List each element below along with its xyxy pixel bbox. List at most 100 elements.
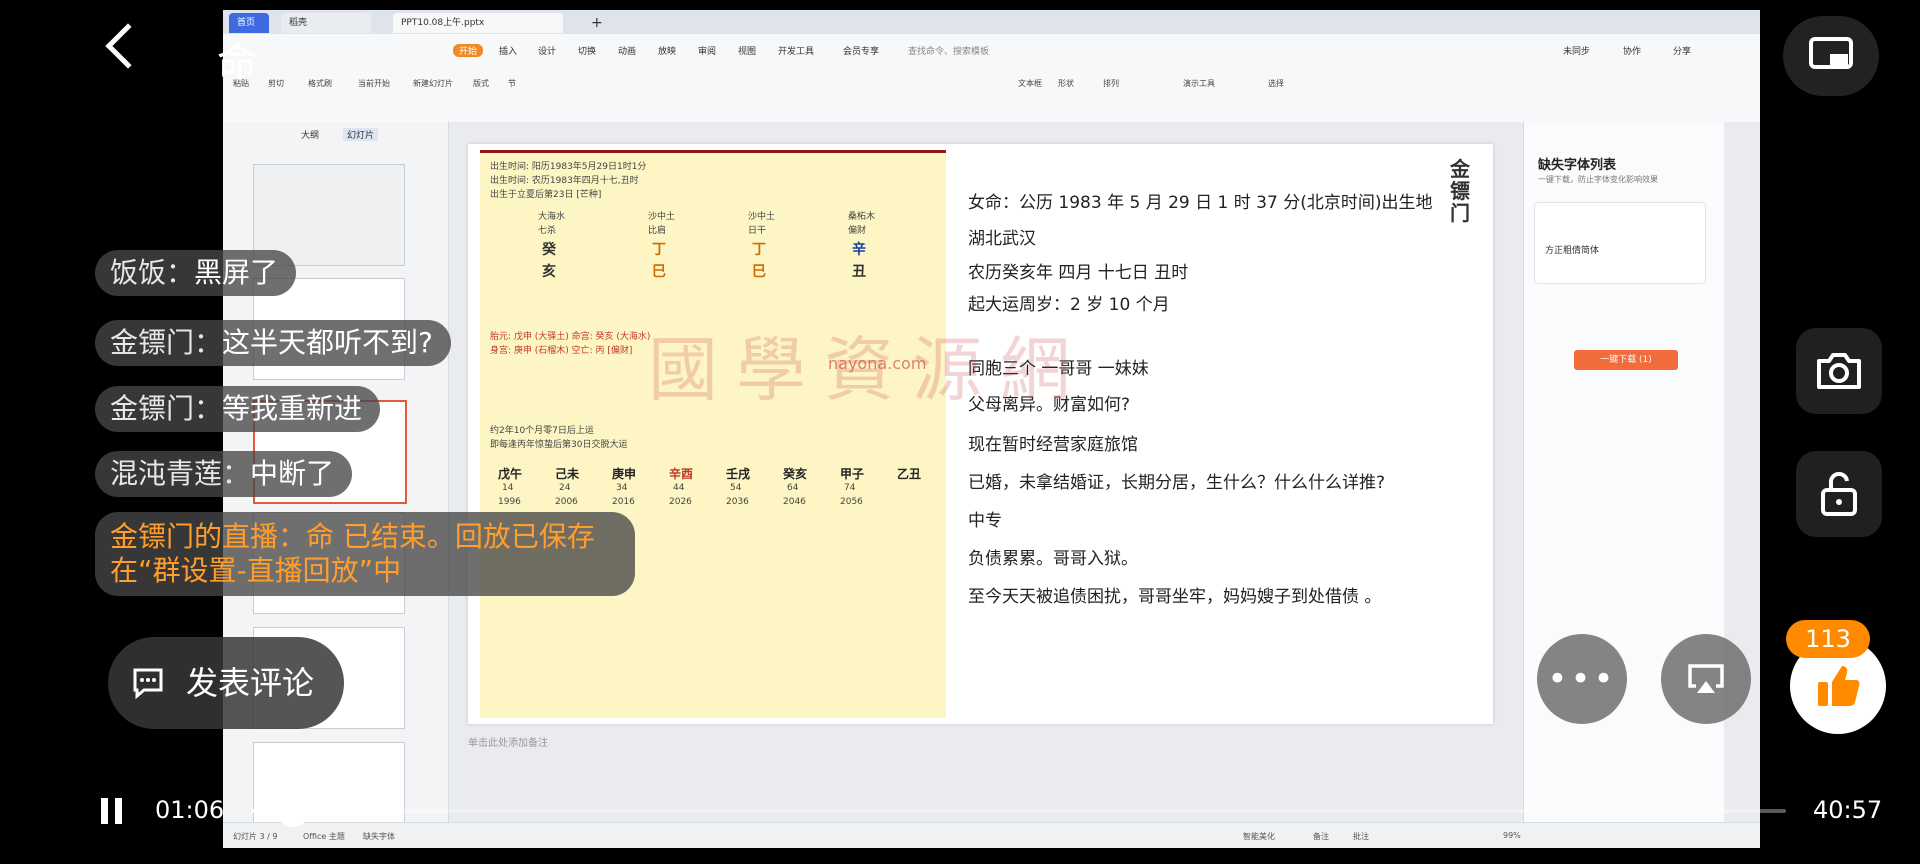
menu-animation[interactable]: 动画	[618, 44, 636, 57]
dayun-age: 24	[559, 483, 571, 493]
chat-message: 混沌青莲：中断了	[95, 451, 353, 497]
command-search[interactable]: 查找命令、搜索模板	[908, 44, 989, 57]
menu-member[interactable]: 会员专享	[843, 44, 879, 57]
screen-share-area: 首页 稻壳 PPT10.08上午.pptx + 开始 插入 设计 切换 动画 放…	[223, 10, 1760, 848]
day-stem: 丁	[752, 242, 766, 258]
tool-cut[interactable]: 剪切	[268, 78, 284, 89]
hour-stem: 辛	[852, 242, 866, 258]
slide-line-3: 农历癸亥年 四月 十七日 丑时	[968, 263, 1189, 283]
dayun-year: 2056	[840, 497, 863, 507]
back-arrow-icon[interactable]	[105, 23, 151, 69]
tool-play-current[interactable]: 当前开始	[358, 78, 390, 89]
vertical-title: 金镖门	[1450, 157, 1470, 225]
menu-start[interactable]: 开始	[453, 44, 484, 57]
note-line-2: 身宫: 庚申 (石榴木) 空亡: 丙 [偏财]	[490, 346, 633, 356]
dayun-year: 2036	[726, 497, 749, 507]
dayun-year: 2016	[612, 497, 635, 507]
menu-slideshow[interactable]: 放映	[658, 44, 676, 57]
tool-shape[interactable]: 形状	[1058, 78, 1074, 89]
menu-view[interactable]: 视图	[738, 44, 756, 57]
screen-lock-button[interactable]	[1796, 451, 1882, 537]
download-all-button[interactable]: 一键下载 (1)	[1574, 350, 1678, 370]
dayun-year: 2046	[783, 497, 806, 507]
watermark-url: nayona.com	[828, 354, 927, 373]
tab-docer[interactable]: 稻壳	[281, 13, 371, 33]
bazi-chart-image: 出生时间: 阳历1983年5月29日1时1分 出生时间: 农历1983年四月十七…	[480, 150, 946, 718]
camera-icon	[1817, 353, 1861, 389]
wps-tab-bar: 首页 稻壳 PPT10.08上午.pptx +	[223, 10, 1760, 34]
font-item-name: 方正粗倩简体	[1545, 246, 1600, 256]
slide-line-4: 起大运周岁：2 岁 10 个月	[968, 295, 1170, 315]
note-line-4: 即每逢丙年惊蛰后第30日交脱大运	[490, 440, 628, 450]
col-role-2: 比肩	[648, 226, 667, 236]
note-line-1: 胎元: 戊申 (大驿土) 命宫: 癸亥 (大海水)	[490, 332, 651, 342]
pause-button[interactable]	[101, 798, 123, 824]
month-stem: 丁	[652, 242, 666, 258]
font-item-card: 方正粗倩简体	[1534, 202, 1706, 284]
birth-line-3: 出生于立夏后第23日 [芒种]	[490, 190, 602, 200]
menu-design[interactable]: 设计	[538, 44, 556, 57]
dayun-pillar: 壬戌	[726, 467, 751, 481]
chat-nick: 金镖门：	[110, 326, 223, 359]
col-nayin-2: 沙中土	[648, 212, 676, 222]
menu-insert[interactable]: 插入	[499, 44, 517, 57]
dayun-pillar: 乙丑	[897, 467, 922, 481]
like-count-badge: 113	[1786, 620, 1870, 658]
screenshot-button[interactable]	[1796, 328, 1882, 414]
tool-section[interactable]: 节	[508, 78, 516, 89]
dayun-pillar: 己未	[555, 467, 580, 481]
comment-button[interactable]: 发表评论	[108, 637, 344, 729]
dayun-age: 44	[673, 483, 685, 493]
dayun-age: 64	[787, 483, 799, 493]
progress-track[interactable]	[252, 795, 1786, 827]
dayun-age: 54	[730, 483, 742, 493]
cast-button[interactable]	[1661, 634, 1751, 724]
tool-layout[interactable]: 版式	[473, 78, 489, 89]
current-slide[interactable]: 出生时间: 阳历1983年5月29日1时1分 出生时间: 农历1983年四月十七…	[468, 144, 1493, 724]
chat-text: 中断了	[250, 457, 335, 490]
slide-line-2: 湖北武汉	[968, 229, 1036, 249]
playback-controls: 01:06 40:57	[0, 788, 1920, 834]
screen-rotate-button[interactable]	[1783, 16, 1879, 96]
dayun-pillar: 甲子	[840, 467, 865, 481]
dayun-age: 34	[616, 483, 628, 493]
new-tab-icon[interactable]: +	[583, 13, 603, 33]
year-branch: 亥	[542, 264, 556, 280]
chat-nick: 混沌青莲：	[110, 457, 251, 490]
tool-presenter[interactable]: 演示工具	[1183, 78, 1215, 89]
collab-button[interactable]: 协作	[1623, 44, 1641, 57]
tool-arrange[interactable]: 排列	[1103, 78, 1119, 89]
screen-rotate-icon	[1809, 37, 1853, 69]
slide-line-10: 负债累累。哥哥入狱。	[968, 549, 1138, 569]
chat-message: 金镖门：这半天都听不到?	[95, 320, 451, 366]
slide-line-1: 女命：公历 1983 年 5 月 29 日 1 时 37 分(北京时间)出生地	[968, 193, 1433, 213]
tool-textbox[interactable]: 文本框	[1018, 78, 1042, 89]
notes-area[interactable]: 单击此处添加备注	[468, 734, 548, 749]
sync-status[interactable]: 未同步	[1563, 44, 1590, 57]
tab-ppt-file[interactable]: PPT10.08上午.pptx	[393, 13, 563, 33]
menu-transition[interactable]: 切换	[578, 44, 596, 57]
pause-icon	[115, 798, 122, 824]
col-nayin-1: 大海水	[538, 212, 566, 222]
tab-outline[interactable]: 大纲	[301, 128, 319, 141]
airplay-icon	[1688, 664, 1724, 693]
progress-handle[interactable]	[277, 795, 310, 827]
tool-select[interactable]: 选择	[1268, 78, 1284, 89]
menu-review[interactable]: 审阅	[698, 44, 716, 57]
slide-line-8: 已婚，未拿结婚证，长期分居，生什么？什么什么详推?	[968, 473, 1386, 493]
menu-devtools[interactable]: 开发工具	[778, 44, 814, 57]
tool-format-painter[interactable]: 格式刷	[308, 78, 332, 89]
col-role-4: 偏财	[848, 226, 867, 236]
col-nayin-4: 桑柘木	[848, 212, 876, 222]
dayun-year: 2006	[555, 497, 578, 507]
panel-hint: 一键下载，防止字体变化影响效果	[1538, 175, 1658, 184]
share-button[interactable]: 分享	[1673, 44, 1691, 57]
slide-line-11: 至今天天被追债困扰，哥哥坐牢，妈妈嫂子到处借债 。	[968, 587, 1382, 607]
day-branch: 巳	[752, 264, 766, 280]
total-time: 40:57	[1813, 796, 1883, 824]
chat-text: 等我重新进	[222, 392, 363, 425]
tab-slides[interactable]: 幻灯片	[343, 128, 379, 141]
more-button[interactable]: •••	[1537, 634, 1627, 724]
tool-new-slide[interactable]: 新建幻灯片	[413, 78, 453, 89]
live-ended-notice: 金镖门的直播：命 已结束。回放已保存在“群设置-直播回放”中	[95, 512, 635, 596]
